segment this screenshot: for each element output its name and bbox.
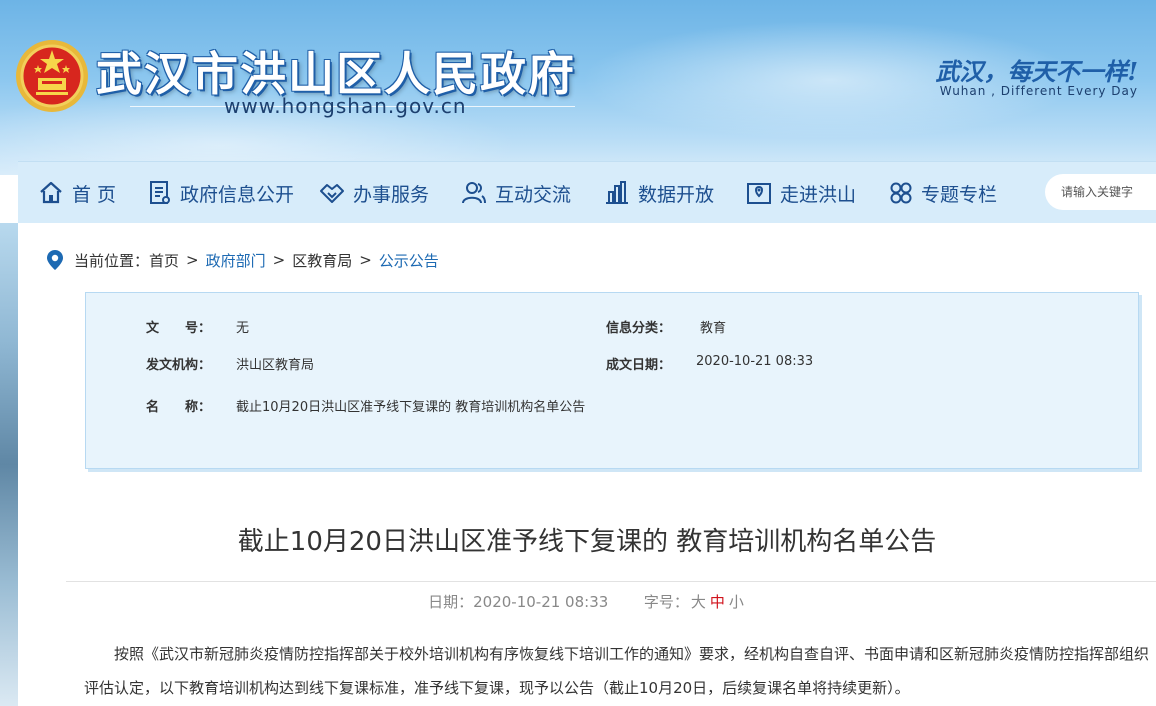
handshake-icon <box>320 184 344 203</box>
meta-label: 文 号： <box>146 321 212 336</box>
nav-item-services[interactable]: 办事服务 <box>319 162 429 224</box>
meta-date: 成文日期： 2020-10-21 08:33 <box>606 354 813 373</box>
article-body: 按照《武汉市新冠肺炎疫情防控指挥部关于校外培训机构有序恢复线下培训工作的通知》要… <box>84 645 1150 697</box>
nav-item-topics[interactable]: 专题专栏 <box>889 162 997 224</box>
meta-value: 2020-10-21 08:33 <box>696 354 814 369</box>
nav-item-interaction[interactable]: 互动交流 <box>461 162 571 224</box>
breadcrumb-departments[interactable]: 政府部门 <box>206 250 266 271</box>
map-icon <box>747 183 771 204</box>
meta-label: 信息分类： <box>606 321 672 336</box>
search-box <box>1045 174 1156 210</box>
meta-value: 洪山区教育局 <box>236 358 315 373</box>
breadcrumb-announcements[interactable]: 公示公告 <box>379 250 439 271</box>
slogan-english: Wuhan , Different Every Day <box>939 84 1138 98</box>
nav-item-about[interactable]: 走进洪山 <box>746 162 856 224</box>
location-pin-icon <box>47 250 63 270</box>
nav-label: 专题专栏 <box>921 183 998 206</box>
article-info: 日期：2020-10-21 08:33 字号：大中小 <box>18 591 1156 612</box>
font-size-large-button[interactable]: 大 <box>691 593 706 611</box>
font-size-small-button[interactable]: 小 <box>729 593 744 611</box>
meta-value: 无 <box>236 321 250 336</box>
national-emblem-icon <box>16 40 88 112</box>
meta-category: 信息分类： 教育 <box>606 317 726 336</box>
nav-label: 政府信息公开 <box>180 183 295 206</box>
nav-item-home[interactable]: 首 页 <box>38 162 116 224</box>
date-label: 日期： <box>428 593 474 611</box>
header-banner: 武汉市洪山区人民政府 www.hongshan.gov.cn 武汉，每天不一样!… <box>0 0 1156 175</box>
site-url: www.hongshan.gov.cn <box>224 94 467 118</box>
home-icon <box>40 181 62 204</box>
breadcrumb-separator: > <box>186 251 199 269</box>
article-title: 截止10月20日洪山区准予线下复课的 教育培训机构名单公告 <box>237 527 937 557</box>
title-divider <box>66 581 1156 582</box>
meta-name: 名 称： 截止10月20日洪山区准予线下复课的 教育培训机构名单公告 <box>146 396 585 415</box>
breadcrumb-education-bureau[interactable]: 区教育局 <box>292 250 352 271</box>
breadcrumb-home[interactable]: 首页 <box>149 250 179 271</box>
breadcrumb-separator: > <box>359 251 372 269</box>
meta-label: 发文机构： <box>146 358 212 373</box>
meta-label: 名 称： <box>146 400 212 415</box>
grid-icon <box>890 182 912 204</box>
font-size-label: 字号： <box>643 593 689 611</box>
nav-item-data[interactable]: 数据开放 <box>604 162 714 224</box>
breadcrumb-separator: > <box>272 251 286 269</box>
meta-issuer: 发文机构： 洪山区教育局 <box>146 354 314 373</box>
nav-label: 首 页 <box>72 183 117 206</box>
breadcrumb: 当前位置： 首页 > 政府部门 > 区教育局 > 公示公告 <box>46 249 439 271</box>
decorative-side-image <box>0 223 18 706</box>
nav-label: 办事服务 <box>353 183 430 206</box>
breadcrumb-prefix: 当前位置： <box>74 251 150 270</box>
main-content: 当前位置： 首页 > 政府部门 > 区教育局 > 公示公告 文 号： 无 信息分… <box>18 223 1156 706</box>
bar-chart-icon <box>606 181 628 204</box>
document-meta-box: 文 号： 无 信息分类： 教育 发文机构： 洪山区教育局 成文日期： 2020-… <box>85 292 1139 469</box>
nav-label: 走进洪山 <box>780 183 857 206</box>
meta-value: 教育 <box>700 321 727 336</box>
nav-label: 互动交流 <box>495 183 572 206</box>
users-icon <box>462 182 486 204</box>
nav-item-gov-info[interactable]: 政府信息公开 <box>148 162 294 224</box>
search-input[interactable] <box>1059 184 1156 200</box>
slogan: 武汉，每天不一样! <box>935 57 1138 86</box>
document-icon <box>150 181 170 204</box>
meta-label: 成文日期： <box>606 358 672 373</box>
meta-doc-number: 文 号： 无 <box>146 317 249 336</box>
nav-label: 数据开放 <box>638 183 715 206</box>
main-nav: 首 页 政府信息公开 办事服务 互动交流 数据开放 走进洪山 专题专栏 请输入关… <box>18 161 1156 224</box>
font-size-medium-button[interactable]: 中 <box>710 593 725 611</box>
meta-value: 截止10月20日洪山区准予线下复课的 教育培训机构名单公告 <box>236 400 586 415</box>
publish-date: 2020-10-21 08:33 <box>473 593 609 611</box>
